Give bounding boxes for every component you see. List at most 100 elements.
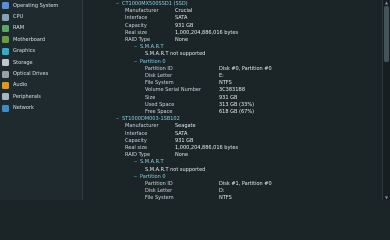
- property-value: NTFS: [219, 195, 232, 200]
- sidebar-item-label: Optical Drives: [13, 71, 49, 78]
- property-label: Partition ID: [145, 181, 173, 187]
- property-label: File System: [145, 80, 174, 87]
- tree-node-label: ST1000DM003-1SB102: [122, 116, 180, 123]
- sidebar-item-label: Motherboard: [13, 36, 46, 43]
- property-label: Capacity: [125, 137, 147, 144]
- property-row: Size 931 GB: [145, 95, 382, 102]
- property-row: Partition ID Disk #1, Partition #0: [145, 181, 382, 188]
- property-label: Partition ID: [145, 65, 173, 72]
- peripherals-icon: [2, 93, 9, 101]
- sidebar-item-label: Operating System: [13, 2, 59, 9]
- sidebar-item-graphics[interactable]: Graphics: [0, 46, 82, 57]
- scrollbar-thumb[interactable]: [384, 6, 389, 62]
- property-value: None: [175, 152, 189, 159]
- collapse-icon[interactable]: −: [133, 44, 138, 51]
- property-row: Disk Letter D:: [145, 188, 382, 195]
- sidebar-item-label: Graphics: [13, 48, 36, 55]
- smart-node[interactable]: − S.M.A.R.T: [133, 159, 164, 166]
- sidebar-item-optical-drives[interactable]: Optical Drives: [0, 68, 82, 79]
- property-label: File System: [145, 195, 174, 200]
- collapse-icon[interactable]: −: [133, 159, 138, 166]
- property-row: Disk Letter E:: [145, 73, 382, 80]
- storage-details-tree[interactable]: − CT1000MX500SSD1 (SSD) Manufacturer Crucia…: [83, 0, 382, 200]
- app-window: Operating System CPU RAM Motherboard Graphic…: [0, 0, 390, 200]
- sidebar-item-operating-system[interactable]: Operating System: [0, 0, 82, 11]
- collapse-icon[interactable]: −: [115, 1, 120, 8]
- property-label: Used Space: [145, 101, 175, 108]
- property-row: RAID Type None: [125, 37, 382, 44]
- property-value: 313 GB (33%): [219, 101, 255, 108]
- motherboard-icon: [2, 36, 9, 44]
- property-value: 931 GB: [219, 94, 238, 101]
- property-row: Partition ID Disk #0, Partition #0: [145, 66, 382, 73]
- property-value: 1,000,204,886,016 bytes: [175, 29, 239, 36]
- partition-node[interactable]: − Partition 0: [133, 174, 165, 181]
- property-value: 618 GB (67%): [219, 109, 255, 115]
- scroll-up-icon[interactable]: ▲: [384, 0, 389, 5]
- property-label: Real size: [125, 145, 148, 151]
- property-row: Interface SATA: [125, 15, 382, 22]
- sidebar-item-network[interactable]: Network: [0, 103, 82, 114]
- property-label: Manufacturer: [125, 8, 159, 15]
- property-row: Volume Serial Number 3C3831B8: [145, 87, 382, 94]
- property-row: Manufacturer Crucial: [125, 8, 382, 15]
- property-label: Real size: [125, 29, 148, 36]
- collapse-icon[interactable]: −: [133, 174, 138, 181]
- tree-node-label: Partition 0: [140, 58, 166, 65]
- optical-drive-icon: [2, 70, 9, 78]
- sidebar-item-label: Storage: [13, 59, 33, 66]
- sidebar-item-audio[interactable]: Audio: [0, 80, 82, 91]
- graphics-icon: [2, 47, 9, 55]
- property-row: Manufacturer Seagate: [125, 123, 382, 130]
- property-label: RAID Type: [125, 37, 151, 43]
- tree-node-label: S.M.A.R.T: [140, 159, 164, 166]
- property-value: NTFS: [219, 80, 232, 87]
- property-value: None: [175, 37, 189, 43]
- property-label: Size: [145, 94, 156, 101]
- sidebar-item-label: CPU: [13, 14, 24, 21]
- smart-node[interactable]: − S.M.A.R.T: [133, 44, 163, 51]
- sidebar-item-peripherals[interactable]: Peripherals: [0, 91, 82, 102]
- ram-icon: [2, 24, 9, 32]
- collapse-icon[interactable]: −: [133, 59, 138, 66]
- property-value: Disk #0, Partition #0: [219, 65, 272, 72]
- property-row: Real size 1,000,204,886,016 bytes: [125, 145, 382, 152]
- sidebar-item-motherboard[interactable]: Motherboard: [0, 34, 82, 45]
- property-label: Volume Serial Number: [145, 87, 202, 94]
- drive-node[interactable]: − CT1000MX500SSD1 (SSD): [115, 1, 187, 8]
- sidebar-item-ram[interactable]: RAM: [0, 23, 82, 34]
- sidebar-item-cpu[interactable]: CPU: [0, 11, 82, 22]
- drive-node[interactable]: − ST1000DM003-1SB102: [115, 116, 180, 123]
- property-label: Disk Letter: [145, 73, 173, 79]
- collapse-icon[interactable]: −: [115, 116, 120, 123]
- property-label: Disk Letter: [145, 188, 173, 195]
- audio-icon: [2, 81, 9, 89]
- property-value: 931 GB: [175, 22, 194, 29]
- network-icon: [2, 104, 9, 112]
- property-value: D:: [219, 188, 225, 195]
- scroll-down-icon[interactable]: ▼: [384, 195, 389, 200]
- property-value: SATA: [175, 130, 188, 137]
- property-row: Capacity 931 GB: [125, 138, 382, 145]
- property-label: RAID Type: [125, 152, 151, 159]
- property-label: Interface: [125, 130, 148, 137]
- property-row: RAID Type None: [125, 152, 382, 159]
- property-value: Seagate: [175, 123, 196, 130]
- sidebar-item-storage[interactable]: Storage: [0, 57, 82, 68]
- property-row: Capacity 931 GB: [125, 23, 382, 30]
- operating-system-icon: [2, 2, 9, 10]
- property-value: Disk #1, Partition #0: [219, 181, 272, 187]
- property-label: Capacity: [125, 22, 147, 29]
- vertical-scrollbar[interactable]: ▲ ▼: [382, 0, 390, 200]
- property-row: File System NTFS: [145, 195, 382, 200]
- property-value: E:: [219, 73, 224, 79]
- property-label: Interface: [125, 15, 148, 22]
- property-value: SATA: [175, 15, 188, 22]
- sidebar-item-label: Audio: [13, 82, 28, 89]
- property-value: 3C3831B8: [219, 87, 246, 94]
- property-label: Free Space: [145, 109, 173, 115]
- partition-node[interactable]: − Partition 0: [133, 58, 166, 66]
- cpu-icon: [2, 13, 9, 21]
- sidebar-item-label: RAM: [13, 25, 25, 32]
- sidebar: Operating System CPU RAM Motherboard Graphic…: [0, 0, 83, 200]
